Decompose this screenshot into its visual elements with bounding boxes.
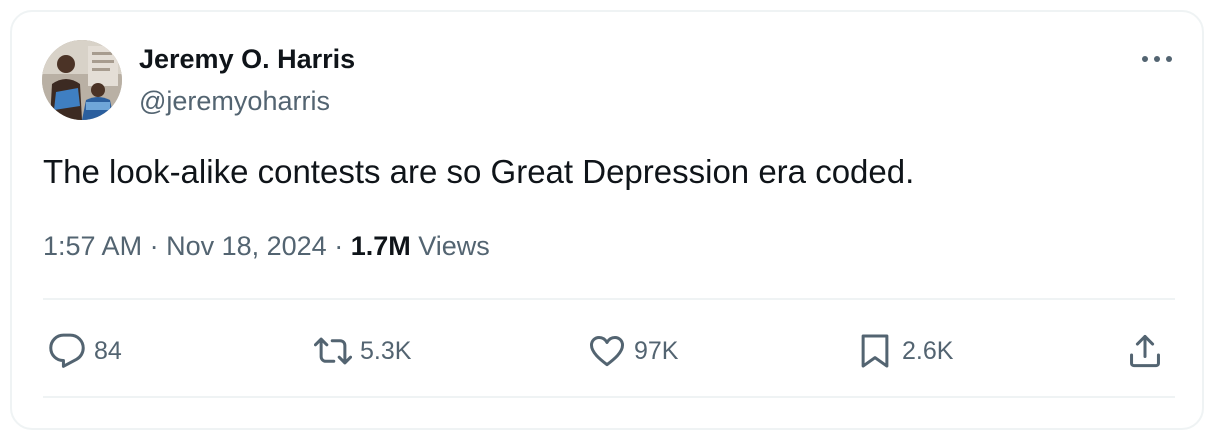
meta-separator: · <box>334 231 351 261</box>
like-count: 97K <box>634 336 679 365</box>
share-button[interactable] <box>1126 332 1164 370</box>
avatar-image <box>42 40 122 120</box>
tweet-date[interactable]: Nov 18, 2024 <box>166 231 327 261</box>
retweet-icon <box>314 337 352 365</box>
reply-button[interactable]: 84 <box>48 332 122 370</box>
reply-count: 84 <box>94 336 122 365</box>
views-count: 1.7M <box>350 231 411 261</box>
retweet-button[interactable]: 5.3K <box>314 332 411 370</box>
heart-icon <box>589 336 625 367</box>
tweet-meta: 1:57 AM · Nov 18, 2024 · 1.7M Views <box>43 231 490 262</box>
bookmark-button[interactable]: 2.6K <box>856 332 953 370</box>
tweet-time[interactable]: 1:57 AM <box>43 231 142 261</box>
avatar[interactable] <box>42 40 122 120</box>
bookmark-count: 2.6K <box>902 336 954 365</box>
more-horizontal-icon <box>1142 56 1172 62</box>
tweet-card: Jeremy O. Harris @jeremyoharris The look… <box>10 10 1204 430</box>
like-button[interactable]: 97K <box>588 332 678 370</box>
more-button[interactable] <box>1137 44 1177 74</box>
divider <box>43 396 1175 398</box>
bookmark-icon <box>861 334 889 368</box>
divider <box>43 298 1175 300</box>
meta-separator: · <box>149 231 167 261</box>
reply-icon <box>49 333 85 368</box>
tweet-text: The look-alike contests are so Great Dep… <box>43 153 915 190</box>
author-handle[interactable]: @jeremyoharris <box>139 86 330 117</box>
views-label: Views <box>418 231 490 261</box>
share-icon <box>1130 334 1160 368</box>
retweet-count: 5.3K <box>360 336 412 365</box>
author-name[interactable]: Jeremy O. Harris <box>139 44 355 75</box>
